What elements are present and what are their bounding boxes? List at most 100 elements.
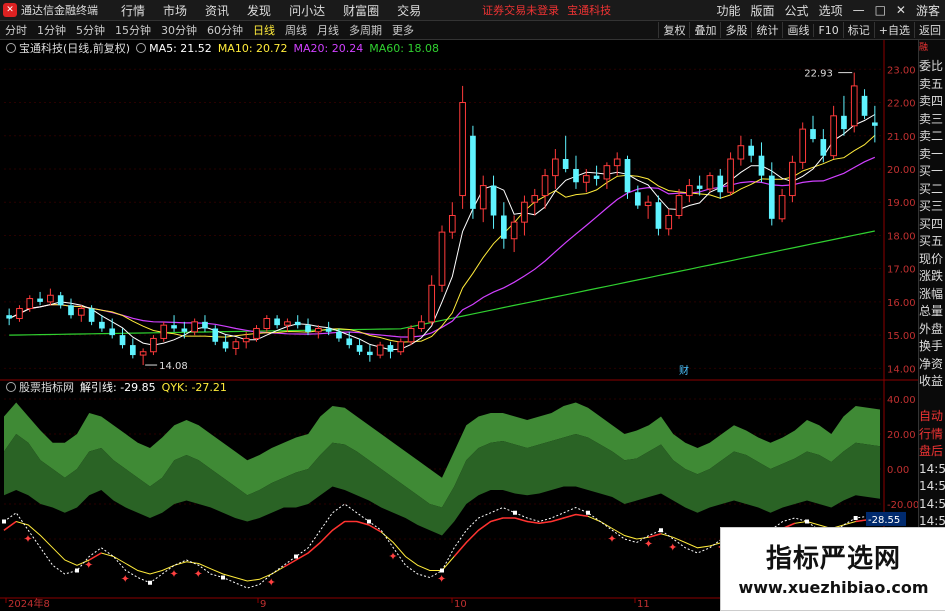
side-panel-item[interactable]: 收益 — [919, 373, 945, 391]
mark-button[interactable]: 标记 — [842, 22, 874, 38]
candle-body — [552, 158, 559, 177]
side-panel-item[interactable]: 盘后 — [919, 443, 945, 461]
menu-item-wealth[interactable]: 财富圈 — [343, 2, 379, 19]
candle-body — [171, 325, 177, 329]
signal-segment — [319, 529, 334, 544]
price-tick-label: 21.00 — [887, 132, 916, 143]
side-panel-item[interactable]: 净资 — [919, 356, 945, 374]
candle-body — [613, 158, 621, 167]
candle-body — [748, 145, 755, 156]
side-panel-item[interactable]: 卖五 — [919, 76, 945, 94]
side-panel-item[interactable]: 卖一 — [919, 146, 945, 164]
side-panel-item[interactable]: 卖三 — [919, 111, 945, 129]
side-panel-item[interactable]: 自动 — [919, 408, 945, 426]
back-button[interactable]: 返回 — [914, 22, 945, 38]
menu-item-news[interactable]: 资讯 — [205, 2, 229, 19]
side-panel-item[interactable]: 买三 — [919, 198, 945, 216]
maximize-icon[interactable]: □ — [875, 3, 886, 17]
tab-period-monthly[interactable]: 月线 — [315, 22, 341, 38]
side-panel-item[interactable]: 买四 — [919, 216, 945, 234]
candle-body — [758, 155, 765, 176]
candle-body — [88, 308, 95, 322]
guest-user[interactable]: 游客 — [916, 2, 940, 19]
overlay-button[interactable]: 叠加 — [689, 22, 720, 38]
menu-formula[interactable]: 公式 — [785, 2, 809, 19]
menu-options[interactable]: 选项 — [819, 2, 843, 19]
signal-segment — [514, 517, 528, 523]
tab-period-daily[interactable]: 日线 — [251, 22, 277, 38]
price-tick-label: 18.00 — [887, 231, 916, 242]
tab-period-1min[interactable]: 1分钟 — [35, 22, 68, 38]
candle-body — [119, 335, 126, 346]
side-panel-item[interactable]: 买二 — [919, 181, 945, 199]
low-price-label: 14.08 — [159, 361, 188, 372]
side-panel-item[interactable]: 总量 — [919, 303, 945, 321]
draw-line-button[interactable]: 画线 — [782, 22, 813, 38]
adjust-button[interactable]: 复权 — [658, 22, 689, 38]
candle-body — [521, 201, 528, 223]
candle-body — [820, 139, 827, 156]
side-panel-item[interactable]: 涨幅 — [919, 286, 945, 304]
tab-period-60min[interactable]: 60分钟 — [205, 22, 245, 38]
candle-body — [191, 321, 198, 333]
candle-body — [294, 321, 301, 326]
x-axis-label: 10 — [454, 599, 467, 609]
chart-canvas[interactable]: ✦✦✦✦✦✦✦✦✦✦✦✦✦✦✦✦ 23.0022.0021.0020.0019.… — [0, 40, 918, 609]
butterfly-signal-icon: ✦ — [668, 541, 677, 554]
price-tick-label: 22.00 — [887, 99, 916, 110]
candlesticks — [6, 72, 878, 366]
guide-point — [294, 554, 298, 559]
login-notice[interactable]: 证券交易未登录 — [482, 2, 559, 18]
side-panel-item[interactable] — [919, 391, 945, 409]
ma-settings-icon[interactable] — [136, 43, 147, 53]
signal-segment — [490, 517, 504, 523]
candle-body — [284, 321, 291, 326]
tab-period-more[interactable]: 更多 — [390, 22, 416, 38]
signal-segment — [332, 520, 346, 531]
tab-period-5min[interactable]: 5分钟 — [74, 22, 107, 38]
menu-item-ask[interactable]: 问小达 — [289, 2, 325, 19]
sub-settings-icon[interactable] — [6, 382, 16, 392]
guide-point — [148, 580, 152, 585]
menu-item-quotes[interactable]: 行情 — [121, 2, 145, 19]
candle-body — [336, 331, 342, 339]
candle-body — [150, 337, 157, 353]
side-panel-item[interactable]: 卖二 — [919, 128, 945, 146]
side-panel-item[interactable]: 行情 — [919, 426, 945, 444]
signal-segment — [551, 517, 564, 523]
side-panel-item[interactable]: 买五 — [919, 233, 945, 251]
side-panel-item[interactable]: 14:50 — [919, 461, 945, 479]
minimize-icon[interactable]: — — [853, 3, 865, 17]
sub-tick-label: -20.00 — [887, 500, 918, 511]
candle-body — [479, 185, 487, 210]
menu-item-discover[interactable]: 发现 — [247, 2, 271, 19]
menu-layout[interactable]: 版面 — [751, 2, 775, 19]
add-watchlist-button[interactable]: +自选 — [873, 22, 914, 38]
menu-item-trade[interactable]: 交易 — [397, 2, 421, 19]
tab-period-intraday[interactable]: 分时 — [3, 22, 29, 38]
side-panel-item[interactable]: 涨跌 — [919, 268, 945, 286]
signal-segment — [563, 513, 577, 519]
candle-body — [531, 195, 539, 203]
side-panel-item[interactable]: 换手 — [919, 338, 945, 356]
tab-period-multi[interactable]: 多周期 — [347, 22, 384, 38]
side-panel-item[interactable]: 外盘 — [919, 321, 945, 339]
menu-function[interactable]: 功能 — [717, 2, 741, 19]
stats-button[interactable]: 统计 — [751, 22, 782, 38]
close-icon[interactable]: ✕ — [896, 3, 906, 17]
f10-button[interactable]: F10 — [813, 23, 842, 37]
side-panel-item[interactable]: 卖四 — [919, 93, 945, 111]
tab-period-30min[interactable]: 30分钟 — [159, 22, 199, 38]
side-panel-item[interactable]: 现价 — [919, 251, 945, 269]
tab-period-weekly[interactable]: 周线 — [283, 22, 309, 38]
multi-stock-button[interactable]: 多股 — [720, 22, 751, 38]
side-panel-item[interactable]: 买一 — [919, 163, 945, 181]
candle-body — [727, 158, 734, 193]
candle-body — [593, 175, 600, 179]
side-panel-item[interactable]: 14:5 — [919, 496, 945, 514]
side-panel-item[interactable]: 14:50 — [919, 478, 945, 496]
settings-dot-icon[interactable] — [6, 43, 16, 53]
side-panel-item[interactable]: 委比 — [919, 58, 945, 76]
tab-period-15min[interactable]: 15分钟 — [113, 22, 153, 38]
menu-item-market[interactable]: 市场 — [163, 2, 187, 19]
